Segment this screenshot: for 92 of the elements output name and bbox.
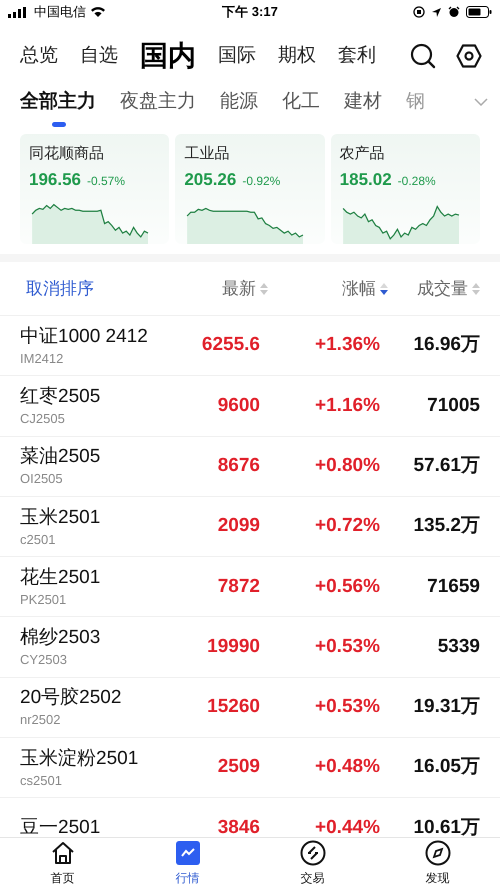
contract-name[interactable]: 花生2501: [20, 566, 170, 590]
chart-icon: [174, 840, 200, 866]
volume-cell-text: 57.61万: [412, 454, 480, 478]
top-tab[interactable]: 自选: [80, 42, 118, 70]
contract-code: OI2505: [20, 471, 64, 488]
tab-label: 首页: [50, 870, 74, 887]
settings-icon[interactable]: [456, 44, 482, 68]
contract-code: PK2501: [20, 592, 68, 608]
sub-tab[interactable]: 全部主力: [20, 88, 96, 116]
price-cell-text: 8676: [216, 454, 260, 478]
contract-code: CJ2505: [20, 410, 66, 427]
card-title: 工业品: [184, 144, 230, 164]
price-cell-text: 6255.6: [200, 333, 260, 358]
cancel-sort-link[interactable]: 取消排序: [26, 276, 166, 302]
contract-code: IM2412: [20, 350, 64, 367]
change-cell-text: +0.53%: [314, 695, 380, 720]
contract-code: c2501: [20, 532, 56, 548]
alarm-icon: [448, 6, 460, 18]
sub-tab[interactable]: 夜盘主力: [120, 88, 196, 116]
contract-name[interactable]: 棉纱2503: [20, 626, 170, 650]
index-value: 196.56: [29, 169, 81, 191]
top-tab[interactable]: 套利: [338, 42, 376, 70]
bottom-tab[interactable]: 首页: [0, 838, 125, 889]
sub-tab[interactable]: 化工: [282, 88, 320, 116]
top-tab[interactable]: 期权: [278, 42, 316, 70]
volume-cell-text: 10.61万: [412, 816, 480, 837]
sub-tab[interactable]: 能源: [220, 88, 258, 116]
compass-icon: [424, 840, 450, 866]
circle-arrows-icon: [300, 840, 326, 866]
volume-cell-text: 71659: [426, 574, 480, 599]
column-header[interactable]: 最新: [166, 276, 268, 302]
location-icon: [431, 6, 442, 18]
search-icon[interactable]: [410, 43, 436, 69]
index-card[interactable]: 同花顺商品 196.56 -0.57%: [20, 134, 170, 244]
carrier-name: 中国电信: [34, 3, 86, 22]
orientation-lock-icon: [413, 6, 425, 18]
price-cell-text: 7872: [216, 574, 260, 599]
volume-cell-text: 19.31万: [412, 695, 480, 720]
volume-cell-text: 16.96万: [412, 333, 480, 358]
index-change: -0.57%: [87, 173, 126, 190]
home-icon: [50, 840, 76, 866]
contract-name[interactable]: 红枣2505: [20, 384, 170, 409]
volume-cell-text: 71005: [426, 394, 480, 418]
index-change: -0.28%: [398, 173, 436, 190]
top-tab[interactable]: 国内: [140, 35, 196, 77]
price-cell-text: 3846: [216, 816, 260, 837]
contract-name[interactable]: 玉米2501: [20, 506, 170, 530]
card-title: 同花顺商品: [29, 144, 105, 164]
volume-cell-text: 135.2万: [412, 514, 480, 538]
change-cell-text: +1.36%: [314, 333, 380, 358]
contract-name[interactable]: 菜油2505: [20, 445, 170, 470]
battery-icon: [466, 6, 492, 18]
bottom-tab[interactable]: 发现: [375, 838, 500, 889]
contract-name[interactable]: 玉米淀粉2501: [20, 746, 170, 771]
index-change: -0.92%: [242, 173, 280, 190]
tab-label: 行情: [176, 870, 200, 887]
index-value: 205.26: [184, 169, 236, 191]
column-header[interactable]: 涨幅: [268, 276, 388, 302]
index-card[interactable]: 工业品 205.26 -0.92%: [175, 134, 325, 244]
change-cell-text: +0.44%: [314, 816, 380, 837]
contract-code: nr2502: [20, 712, 62, 728]
price-cell-text: 9600: [216, 394, 260, 418]
column-header[interactable]: 成交量: [388, 276, 480, 302]
tab-label: 发现: [426, 870, 450, 887]
change-cell-text: +0.48%: [314, 755, 380, 780]
change-cell-text: +1.16%: [314, 394, 380, 418]
top-tab[interactable]: 总览: [20, 42, 58, 70]
change-cell-text: +0.56%: [314, 574, 380, 599]
price-cell-text: 15260: [206, 695, 260, 720]
card-title: 农产品: [340, 144, 386, 164]
contract-name[interactable]: 豆一2501: [20, 816, 170, 837]
price-cell-text: 19990: [206, 634, 260, 659]
price-cell-text: 2509: [216, 755, 260, 780]
change-cell-text: +0.80%: [314, 454, 380, 478]
volume-cell-text: 5339: [436, 634, 480, 659]
wifi-icon: [90, 6, 106, 18]
contract-code: cs2501: [20, 772, 63, 789]
volume-cell-text: 16.05万: [412, 755, 480, 780]
top-tab[interactable]: 国际: [218, 42, 256, 70]
index-value: 185.02: [340, 169, 392, 191]
bottom-tab[interactable]: 行情: [125, 838, 250, 889]
contract-code: CY2503: [20, 652, 68, 668]
tab-label: 交易: [300, 870, 324, 887]
index-card[interactable]: 农产品 185.02 -0.28%: [330, 134, 480, 244]
change-cell-text: +0.72%: [314, 514, 380, 538]
status-time: 下午 3:17: [221, 3, 279, 22]
contract-name[interactable]: 20号胶2502: [20, 686, 170, 710]
sub-tab[interactable]: 建材: [344, 88, 382, 116]
price-cell-text: 2099: [216, 514, 260, 538]
change-cell-text: +0.53%: [314, 634, 380, 659]
contract-name[interactable]: 中证1000 2412: [20, 324, 170, 349]
bottom-tab[interactable]: 交易: [250, 838, 375, 889]
